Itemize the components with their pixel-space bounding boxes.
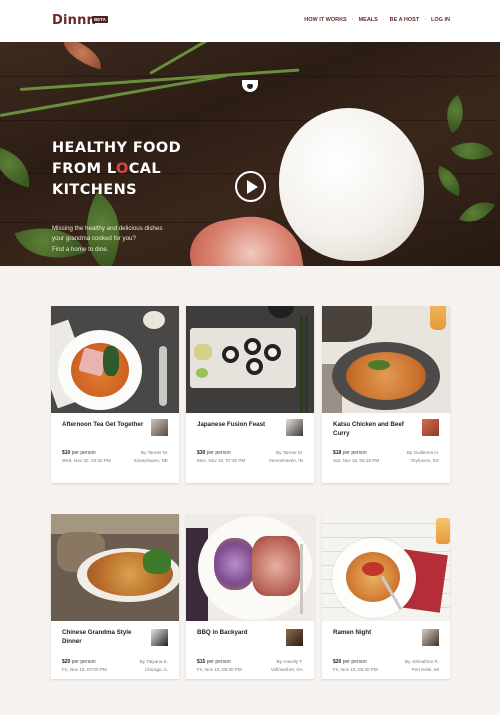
nav-separator: · bbox=[382, 17, 385, 23]
dough-image bbox=[279, 108, 424, 261]
meal-location: Port Kelsi, MI bbox=[411, 667, 439, 672]
meal-card[interactable]: Katsu Chicken and Beef Curry $18 per per… bbox=[322, 306, 450, 483]
meal-photo bbox=[186, 514, 314, 621]
chef-hat-icon bbox=[242, 80, 258, 92]
host-avatar[interactable] bbox=[151, 629, 168, 646]
leaf-image bbox=[459, 193, 495, 231]
logo[interactable]: Dinnr. bbox=[52, 13, 96, 28]
nav-separator: · bbox=[351, 17, 354, 23]
meal-location: Vollmanfort, GA bbox=[270, 667, 303, 672]
meal-datetime: Fri, Nov 15, 08:30 PM bbox=[197, 667, 242, 672]
nav-separator: · bbox=[424, 17, 427, 23]
meal-price: $20 per person bbox=[333, 659, 367, 665]
meal-datetime: Sat, Nov 16, 05:15 PM bbox=[333, 458, 380, 463]
meal-photo bbox=[186, 306, 314, 413]
host-avatar[interactable] bbox=[422, 419, 439, 436]
meal-photo bbox=[51, 306, 179, 413]
play-video-button[interactable] bbox=[235, 171, 266, 202]
meal-card[interactable]: Afternoon Tea Get Together $10 per perso… bbox=[51, 306, 179, 483]
host-name[interactable]: By Aracely T. bbox=[277, 659, 303, 664]
meal-datetime: Fri, Nov 15, 05:30 PM bbox=[333, 667, 378, 672]
meal-price: $18 per person bbox=[333, 450, 367, 456]
host-avatar[interactable] bbox=[422, 629, 439, 646]
leaf-image bbox=[450, 131, 494, 171]
host-avatar[interactable] bbox=[286, 419, 303, 436]
leaf-image bbox=[0, 146, 35, 188]
herb-stem bbox=[149, 42, 221, 75]
top-bar: Dinnr. BETA HOW IT WORKS · MEALS · BE A … bbox=[0, 0, 500, 42]
meal-card[interactable]: BBQ in Backyard $15 per person By Aracel… bbox=[186, 514, 314, 679]
nav-how-it-works[interactable]: HOW IT WORKS bbox=[304, 17, 346, 23]
meal-price: $20 per person bbox=[62, 659, 96, 665]
wood-plank-line bbox=[0, 76, 500, 77]
nav-log-in[interactable]: LOG IN bbox=[431, 17, 450, 23]
hero-subtitle: Missing the healthy and delicious dishes… bbox=[52, 225, 163, 253]
leaf-image bbox=[432, 165, 466, 197]
host-name[interactable]: By Guillermo H. bbox=[407, 450, 439, 455]
wood-plank-line bbox=[0, 120, 500, 121]
meal-location: Koseyhaven, NE bbox=[133, 458, 168, 463]
meal-title: Katsu Chicken and Beef Curry bbox=[333, 421, 404, 437]
meal-title: BBQ in Backyard bbox=[197, 629, 248, 636]
host-avatar[interactable] bbox=[286, 629, 303, 646]
meal-title: Afternoon Tea Get Together bbox=[62, 421, 144, 428]
meal-datetime: Mon, Nov 18, 07:30 PM bbox=[197, 458, 246, 463]
meal-title: Chinese Grandma Style Dinner bbox=[62, 629, 132, 645]
beta-badge: BETA bbox=[92, 16, 108, 23]
meal-location: Chicago, IL bbox=[144, 667, 168, 672]
meal-price: $10 per person bbox=[62, 450, 96, 456]
host-name[interactable]: By Tanner M. bbox=[276, 450, 303, 455]
meal-location: Vernonhaven, IN bbox=[268, 458, 303, 463]
leaf-image bbox=[437, 95, 473, 133]
meal-price: $30 per person bbox=[197, 450, 231, 456]
meal-card[interactable]: Japanese Fusion Feast $30 per person By … bbox=[186, 306, 314, 483]
meal-photo bbox=[51, 514, 179, 621]
meal-card[interactable]: Ramen Night $20 per person By Johnathon … bbox=[322, 514, 450, 679]
meal-price: $15 per person bbox=[197, 659, 231, 665]
main-nav: HOW IT WORKS · MEALS · BE A HOST · LOG I… bbox=[304, 17, 450, 23]
host-name[interactable]: By Tatyana K. bbox=[140, 659, 168, 664]
meal-datetime: Wed, Nov 20, 03:30 PM bbox=[62, 458, 111, 463]
hero-banner: HEALTHY FOOD FROM LOCAL KITCHENS Missing… bbox=[0, 42, 500, 266]
meal-location: Toyhaven, KS bbox=[410, 458, 439, 463]
mushroom-image bbox=[57, 42, 107, 70]
hero-title: HEALTHY FOOD FROM LOCAL KITCHENS bbox=[52, 140, 182, 198]
host-name[interactable]: By Johnathon R. bbox=[405, 659, 439, 664]
meal-title: Japanese Fusion Feast bbox=[197, 421, 266, 428]
host-name[interactable]: By Tanner M. bbox=[141, 450, 168, 455]
meal-card[interactable]: Chinese Grandma Style Dinner $20 per per… bbox=[51, 514, 179, 679]
meal-title: Ramen Night bbox=[333, 629, 372, 636]
nav-be-a-host[interactable]: BE A HOST bbox=[390, 17, 420, 23]
host-avatar[interactable] bbox=[151, 419, 168, 436]
meal-datetime: Fri, Nov 15, 07:00 PM bbox=[62, 667, 107, 672]
meal-photo bbox=[322, 306, 450, 413]
nav-meals[interactable]: MEALS bbox=[359, 17, 378, 23]
meal-photo bbox=[322, 514, 450, 621]
